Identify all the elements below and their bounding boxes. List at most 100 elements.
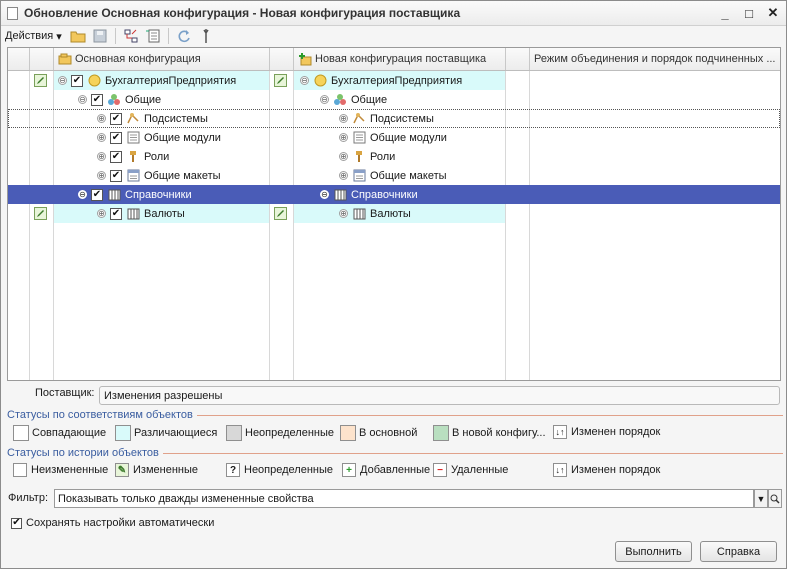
filter-search-button[interactable] (768, 489, 782, 508)
settings-button[interactable] (196, 27, 216, 45)
row-checkbox[interactable]: ✔ (110, 169, 122, 182)
legend-label: Совпадающие (32, 427, 107, 439)
tree-row-selected[interactable]: ⊖ ✔ Справочники ⊖ Справочники (8, 185, 780, 204)
help-button[interactable]: Справка (700, 541, 777, 562)
tree-row[interactable]: ⊕ ✔ Общие модули ⊕ Общие модули (8, 128, 780, 147)
report-button[interactable] (143, 27, 163, 45)
expand-toggle[interactable]: ⊕ (339, 133, 348, 142)
tree-row[interactable]: ⊕ ✔ Общие макеты ⊕ Общие макеты (8, 166, 780, 185)
tree-row[interactable]: ⊕ ✔ Роли ⊕ Роли (8, 147, 780, 166)
expand-toggle[interactable]: ⊕ (97, 114, 106, 123)
legend-undefined: Неопределенные (226, 425, 334, 441)
header-status-col-4 (506, 48, 530, 70)
expand-toggle[interactable]: ⊕ (97, 152, 106, 161)
row-checkbox[interactable]: ✔ (91, 93, 103, 106)
minus-icon: − (433, 463, 447, 477)
filter-dropdown-button[interactable]: ▼ (754, 489, 768, 508)
row-checkbox[interactable]: ✔ (110, 112, 122, 125)
catalogs-icon (107, 188, 121, 202)
supplier-value: Изменения разрешены (104, 389, 223, 402)
collapse-toggle[interactable]: ⊖ (58, 76, 67, 85)
collapse-toggle[interactable]: ⊖ (78, 190, 87, 199)
toolbar-separator (114, 28, 116, 44)
tree-row[interactable]: ⊕ ✔ Валюты ⊕ Валюты (8, 204, 780, 223)
header-vendor-config[interactable]: Новая конфигурация поставщика (294, 48, 506, 70)
match-statuses-section: Статусы по соответствиям объектов (7, 409, 783, 421)
modified-pencil-icon (34, 207, 47, 220)
row-label: БухгалтерияПредприятия (105, 74, 237, 87)
collapse-toggle[interactable]: ⊖ (300, 76, 309, 85)
collapse-toggle[interactable]: ⊖ (320, 95, 329, 104)
toolbar-separator (167, 28, 169, 44)
expand-toggle[interactable]: ⊕ (339, 171, 348, 180)
legend-order-changed: ↓↑ Изменен порядок (553, 425, 660, 439)
section-divider (196, 414, 783, 416)
header-merge-mode[interactable]: Режим объединения и порядок подчиненных … (530, 48, 780, 70)
header-merge-mode-label: Режим объединения и порядок подчиненных … (534, 53, 776, 65)
vendor-config-icon (299, 52, 312, 65)
row-checkbox[interactable]: ✔ (91, 188, 103, 201)
maximize-button[interactable]: □ (740, 4, 758, 22)
catalogs-icon (333, 188, 347, 202)
compare-button[interactable] (121, 27, 141, 45)
chevron-down-icon: ▾ (56, 30, 62, 43)
expand-toggle[interactable]: ⊕ (339, 152, 348, 161)
header-status-col (8, 48, 30, 70)
legend-matching: Совпадающие (13, 425, 106, 441)
history-statuses-title: Статусы по истории объектов (7, 447, 159, 459)
expand-toggle[interactable]: ⊕ (97, 171, 106, 180)
common-modules-icon (352, 131, 366, 145)
roles-icon (352, 150, 366, 164)
legend-different: Различающиеся (115, 425, 217, 441)
save-settings-row[interactable]: ✔ Сохранять настройки автоматически (11, 517, 214, 529)
row-checkbox[interactable]: ✔ (110, 207, 122, 220)
report-icon (145, 29, 160, 43)
header-main-config-label: Основная конфигурация (75, 53, 201, 65)
close-button[interactable]: ✕ (764, 4, 782, 22)
tree-row[interactable]: ⊖ ✔ Общие ⊖ Общие (8, 90, 780, 109)
main-config-icon (58, 53, 72, 65)
common-modules-icon (126, 131, 140, 145)
refresh-button[interactable] (174, 27, 194, 45)
save-button[interactable] (90, 27, 110, 45)
common-templates-icon (352, 169, 366, 183)
tree-row[interactable]: ⊖ ✔ БухгалтерияПредприятия ⊖ Бухгалтерия… (8, 71, 780, 90)
actions-menu[interactable]: Действия ▾ (5, 30, 66, 43)
header-main-config[interactable]: Основная конфигурация (54, 48, 270, 70)
swatch-different (115, 425, 131, 441)
section-divider (162, 452, 783, 454)
legend-deleted: − Удаленные (433, 463, 508, 477)
filter-value: Показывать только дважды измененные свой… (58, 492, 314, 505)
unchanged-icon (13, 463, 27, 477)
common-group-icon (107, 93, 121, 107)
comparison-tree[interactable]: Основная конфигурация Новая конфигурация… (7, 47, 781, 381)
row-checkbox[interactable]: ✔ (110, 150, 122, 163)
expand-toggle[interactable]: ⊕ (339, 209, 348, 218)
expand-toggle[interactable]: ⊕ (97, 209, 106, 218)
row-label: Общие макеты (370, 169, 447, 182)
compare-icon (124, 29, 138, 43)
match-statuses-title: Статусы по соответствиям объектов (7, 409, 193, 421)
collapse-toggle[interactable]: ⊖ (320, 190, 329, 199)
legend-label: Изменен порядок (571, 426, 661, 438)
collapse-toggle[interactable]: ⊖ (78, 95, 87, 104)
save-settings-checkbox[interactable]: ✔ (11, 517, 22, 529)
execute-button[interactable]: Выполнить (615, 541, 692, 562)
open-folder-button[interactable] (68, 27, 88, 45)
legend-unchanged: Неизмененные (13, 463, 108, 477)
changed-pencil-icon: ✎ (115, 463, 129, 477)
legend-label: Неопределенные (244, 464, 334, 476)
supplier-label: Поставщик: (35, 387, 95, 399)
row-checkbox[interactable]: ✔ (71, 74, 83, 87)
expand-toggle[interactable]: ⊕ (339, 114, 348, 123)
search-icon (770, 494, 780, 504)
minimize-button[interactable]: _ (716, 4, 734, 22)
row-checkbox[interactable]: ✔ (110, 131, 122, 144)
config-root-icon (87, 74, 101, 88)
modified-pencil-icon (274, 74, 287, 87)
row-label: Валюты (370, 207, 411, 220)
expand-toggle[interactable]: ⊕ (97, 133, 106, 142)
tree-row[interactable]: ⊕ ✔ Подсистемы ⊕ Подсистемы (8, 109, 780, 128)
filter-select[interactable]: Показывать только дважды измененные свой… (54, 489, 754, 508)
row-label: Общие (351, 93, 388, 106)
